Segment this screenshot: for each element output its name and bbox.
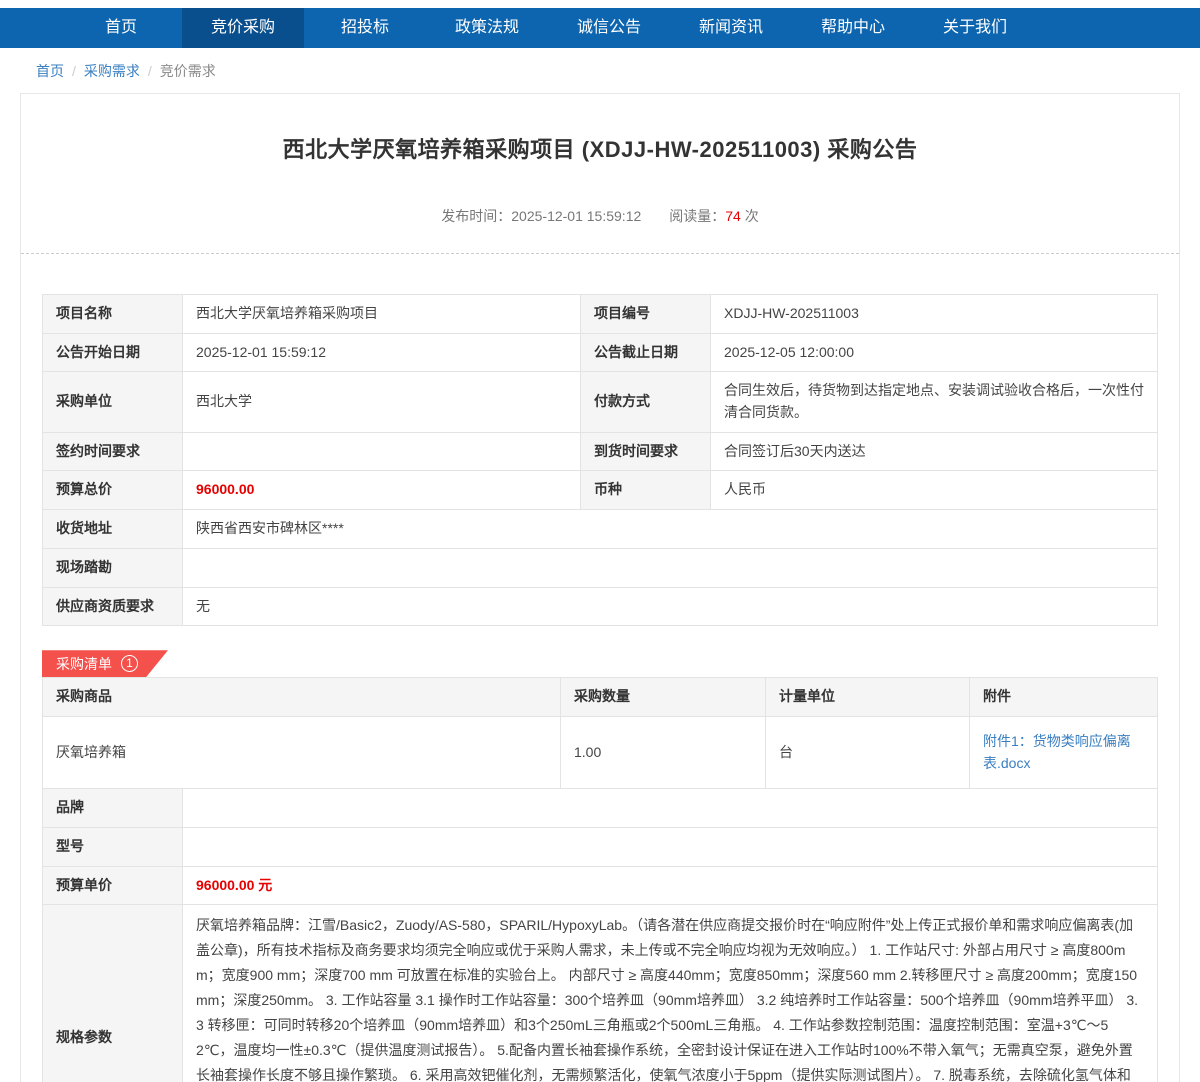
info-value: 人民币: [711, 471, 1158, 510]
info-value: 2025-12-05 12:00:00: [711, 333, 1158, 372]
info-label: 预算总价: [43, 471, 183, 510]
nav-item-news[interactable]: 新闻资讯: [670, 8, 792, 48]
views-label: 阅读量：: [669, 208, 725, 224]
column-header-quantity: 采购数量: [561, 678, 766, 717]
info-label: 付款方式: [581, 372, 711, 432]
table-row: 型号: [43, 827, 1158, 866]
nav-item-home[interactable]: 首页: [60, 8, 182, 48]
info-label: 公告开始日期: [43, 333, 183, 372]
publish-time-value: 2025-12-01 15:59:12: [511, 208, 641, 224]
table-row: 项目名称 西北大学厌氧培养箱采购项目 项目编号 XDJJ-HW-20251100…: [43, 295, 1158, 334]
breadcrumb: 首页 / 采购需求 / 竞价需求: [0, 48, 1200, 93]
info-value: 西北大学厌氧培养箱采购项目: [183, 295, 581, 334]
info-label: 项目名称: [43, 295, 183, 334]
model-value: [183, 827, 1158, 866]
column-header-commodity: 采购商品: [43, 678, 561, 717]
views-count: 74: [725, 208, 741, 224]
column-header-attachment: 附件: [970, 678, 1158, 717]
nav-item-tender[interactable]: 招投标: [304, 8, 426, 48]
info-label: 项目编号: [581, 295, 711, 334]
nav-item-policy[interactable]: 政策法规: [426, 8, 548, 48]
table-row: 现场踏勘: [43, 548, 1158, 587]
announcement-card: 西北大学厌氧培养箱采购项目 (XDJJ-HW-202511003) 采购公告 发…: [20, 93, 1180, 1082]
nav-item-about-us[interactable]: 关于我们: [914, 8, 1036, 48]
page-title: 西北大学厌氧培养箱采购项目 (XDJJ-HW-202511003) 采购公告: [81, 132, 1119, 164]
breadcrumb-home[interactable]: 首页: [36, 63, 64, 79]
info-label: 到货时间要求: [581, 432, 711, 471]
info-value: 无: [183, 587, 1158, 626]
table-row: 规格参数 厌氧培养箱品牌：江雪/Basic2，Zuody/AS-580，SPAR…: [43, 905, 1158, 1082]
nav-item-integrity-notice[interactable]: 诚信公告: [548, 8, 670, 48]
table-row: 采购单位 西北大学 付款方式 合同生效后，待货物到达指定地点、安装调试验收合格后…: [43, 372, 1158, 432]
commodity-quantity: 1.00: [561, 716, 766, 788]
purchase-list-table: 采购商品 采购数量 计量单位 附件 厌氧培养箱 1.00 台 附件1：货物类响应…: [42, 677, 1158, 1082]
purchase-list-count-badge: 1: [121, 655, 138, 672]
nav-item-bidding-purchase[interactable]: 竞价采购: [182, 8, 304, 48]
commodity-unit: 台: [766, 716, 970, 788]
purchase-list-tag: 采购清单 1: [42, 650, 168, 677]
table-header-row: 采购商品 采购数量 计量单位 附件: [43, 678, 1158, 717]
info-label: 收货地址: [43, 510, 183, 549]
info-value: [183, 548, 1158, 587]
unit-price-value: 96000.00 元: [183, 866, 1158, 905]
info-label: 签约时间要求: [43, 432, 183, 471]
info-value: 2025-12-01 15:59:12: [183, 333, 581, 372]
info-value: XDJJ-HW-202511003: [711, 295, 1158, 334]
top-strip: [0, 0, 1200, 8]
table-row: 品牌: [43, 789, 1158, 828]
dashed-divider: [21, 253, 1179, 254]
main-nav: 首页 竞价采购 招投标 政策法规 诚信公告 新闻资讯 帮助中心 关于我们: [0, 8, 1200, 48]
info-value: [183, 432, 581, 471]
table-row: 厌氧培养箱 1.00 台 附件1：货物类响应偏离表.docx: [43, 716, 1158, 788]
purchase-list-tag-label: 采购清单: [56, 654, 112, 674]
breadcrumb-separator: /: [72, 63, 76, 79]
breadcrumb-bidding-demand: 竞价需求: [160, 63, 216, 79]
info-value: 合同签订后30天内送达: [711, 432, 1158, 471]
total-budget-value: 96000.00: [183, 471, 581, 510]
breadcrumb-separator: /: [148, 63, 152, 79]
info-value: 陕西省西安市碑林区****: [183, 510, 1158, 549]
brand-label: 品牌: [43, 789, 183, 828]
model-label: 型号: [43, 827, 183, 866]
table-row: 收货地址 陕西省西安市碑林区****: [43, 510, 1158, 549]
attachment-link[interactable]: 附件1：货物类响应偏离表.docx: [983, 733, 1131, 771]
table-row: 预算总价 96000.00 币种 人民币: [43, 471, 1158, 510]
spec-label: 规格参数: [43, 905, 183, 1082]
spec-value: 厌氧培养箱品牌：江雪/Basic2，Zuody/AS-580，SPARIL/Hy…: [183, 905, 1158, 1082]
info-label: 币种: [581, 471, 711, 510]
table-row: 预算单价 96000.00 元: [43, 866, 1158, 905]
table-row: 公告开始日期 2025-12-01 15:59:12 公告截止日期 2025-1…: [43, 333, 1158, 372]
info-label: 供应商资质要求: [43, 587, 183, 626]
views-unit: 次: [745, 208, 759, 224]
info-value: 合同生效后，待货物到达指定地点、安装调试验收合格后，一次性付清合同货款。: [711, 372, 1158, 432]
info-value: 西北大学: [183, 372, 581, 432]
breadcrumb-procurement-demand[interactable]: 采购需求: [84, 63, 140, 79]
nav-item-help-center[interactable]: 帮助中心: [792, 8, 914, 48]
commodity-name: 厌氧培养箱: [43, 716, 561, 788]
info-label: 公告截止日期: [581, 333, 711, 372]
publish-time-label: 发布时间：: [441, 208, 511, 224]
unit-price-label: 预算单价: [43, 866, 183, 905]
brand-value: [183, 789, 1158, 828]
publish-info: 发布时间：2025-12-01 15:59:12 阅读量：74 次: [21, 206, 1179, 226]
table-row: 供应商资质要求 无: [43, 587, 1158, 626]
info-label: 采购单位: [43, 372, 183, 432]
table-row: 签约时间要求 到货时间要求 合同签订后30天内送达: [43, 432, 1158, 471]
column-header-unit: 计量单位: [766, 678, 970, 717]
info-label: 现场踏勘: [43, 548, 183, 587]
project-info-table: 项目名称 西北大学厌氧培养箱采购项目 项目编号 XDJJ-HW-20251100…: [42, 294, 1158, 626]
